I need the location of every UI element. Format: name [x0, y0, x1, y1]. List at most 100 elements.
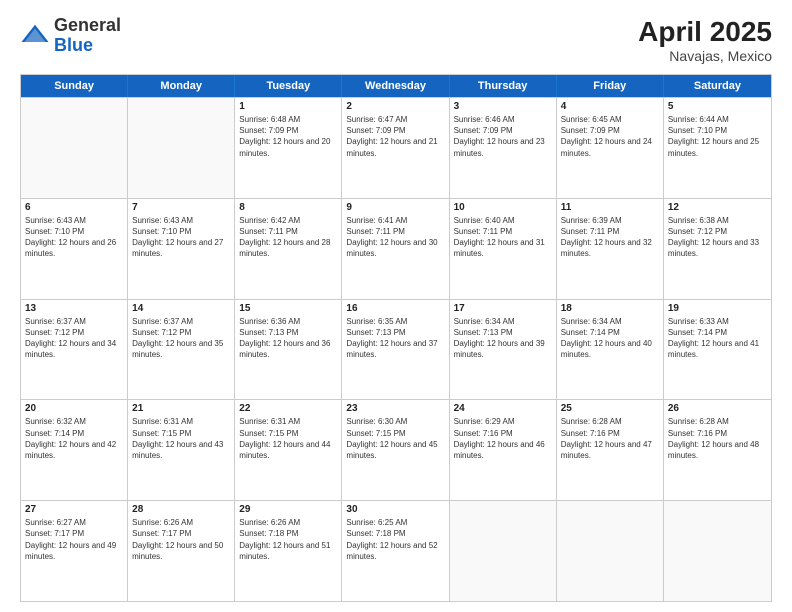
- day-info: Sunrise: 6:32 AM Sunset: 7:14 PM Dayligh…: [25, 416, 123, 461]
- day-number: 26: [668, 403, 767, 414]
- day-info: Sunrise: 6:46 AM Sunset: 7:09 PM Dayligh…: [454, 114, 552, 159]
- day-info: Sunrise: 6:44 AM Sunset: 7:10 PM Dayligh…: [668, 114, 767, 159]
- day-number: 14: [132, 303, 230, 314]
- day-info: Sunrise: 6:33 AM Sunset: 7:14 PM Dayligh…: [668, 316, 767, 361]
- header: General Blue April 2025 Navajas, Mexico: [20, 16, 772, 64]
- day-cell-29: 29 Sunrise: 6:26 AM Sunset: 7:18 PM Dayli…: [235, 501, 342, 601]
- day-number: 13: [25, 303, 123, 314]
- day-info: Sunrise: 6:48 AM Sunset: 7:09 PM Dayligh…: [239, 114, 337, 159]
- day-info: Sunrise: 6:35 AM Sunset: 7:13 PM Dayligh…: [346, 316, 444, 361]
- day-info: Sunrise: 6:31 AM Sunset: 7:15 PM Dayligh…: [239, 416, 337, 461]
- calendar-title: April 2025: [638, 16, 772, 48]
- day-number: 7: [132, 202, 230, 213]
- day-info: Sunrise: 6:40 AM Sunset: 7:11 PM Dayligh…: [454, 215, 552, 260]
- day-cell-13: 13Sunrise: 6:37 AM Sunset: 7:12 PM Dayli…: [21, 300, 128, 400]
- header-day-sunday: Sunday: [21, 75, 128, 97]
- day-number: 27: [25, 504, 123, 515]
- day-cell-23: 23Sunrise: 6:30 AM Sunset: 7:15 PM Dayli…: [342, 400, 449, 500]
- day-number: 18: [561, 303, 659, 314]
- day-cell-17: 17Sunrise: 6:34 AM Sunset: 7:13 PM Dayli…: [450, 300, 557, 400]
- week-row-3: 13 Sunrise: 6:37 AM Sunset: 7:12 PM Dayli…: [21, 299, 771, 400]
- day-cell-9: 9Sunrise: 6:41 AM Sunset: 7:11 PM Daylig…: [342, 199, 449, 299]
- day-number: 1: [239, 101, 337, 112]
- day-number: 6: [25, 202, 123, 213]
- day-cell-14: 14 Sunrise: 6:37 AM Sunset: 7:12 PM Dayli…: [128, 300, 235, 400]
- title-block: April 2025 Navajas, Mexico: [638, 16, 772, 64]
- empty-cell: [21, 98, 128, 198]
- day-info: Sunrise: 6:26 AM Sunset: 7:17 PM Dayligh…: [132, 517, 230, 562]
- day-number: 21: [132, 403, 230, 414]
- day-cell-27: 27Sunrise: 6:27 AM Sunset: 7:17 PM Dayli…: [21, 501, 128, 601]
- day-cell-8: 8 Sunrise: 6:42 AM Sunset: 7:11 PM Daylig…: [235, 199, 342, 299]
- calendar-subtitle: Navajas, Mexico: [638, 48, 772, 64]
- day-number: 19: [668, 303, 767, 314]
- header-day-friday: Friday: [557, 75, 664, 97]
- day-number: 15: [239, 303, 337, 314]
- day-cell-4: 4 Sunrise: 6:45 AM Sunset: 7:09 PM Daylig…: [557, 98, 664, 198]
- day-number: 5: [668, 101, 767, 112]
- header-day-wednesday: Wednesday: [342, 75, 449, 97]
- day-number: 11: [561, 202, 659, 213]
- day-cell-11: 11 Sunrise: 6:39 AM Sunset: 7:11 PM Dayli…: [557, 199, 664, 299]
- day-info: Sunrise: 6:28 AM Sunset: 7:16 PM Dayligh…: [668, 416, 767, 461]
- empty-cell: [450, 501, 557, 601]
- day-info: Sunrise: 6:26 AM Sunset: 7:18 PM Dayligh…: [239, 517, 337, 562]
- day-number: 30: [346, 504, 444, 515]
- day-cell-28: 28Sunrise: 6:26 AM Sunset: 7:17 PM Dayli…: [128, 501, 235, 601]
- header-day-thursday: Thursday: [450, 75, 557, 97]
- day-cell-16: 16 Sunrise: 6:35 AM Sunset: 7:13 PM Dayli…: [342, 300, 449, 400]
- day-number: 2: [346, 101, 444, 112]
- day-info: Sunrise: 6:38 AM Sunset: 7:12 PM Dayligh…: [668, 215, 767, 260]
- logo: General Blue: [20, 16, 121, 56]
- empty-cell: [664, 501, 771, 601]
- day-cell-18: 18 Sunrise: 6:34 AM Sunset: 7:14 PM Dayli…: [557, 300, 664, 400]
- day-number: 17: [454, 303, 552, 314]
- empty-cell: [128, 98, 235, 198]
- day-info: Sunrise: 6:28 AM Sunset: 7:16 PM Dayligh…: [561, 416, 659, 461]
- day-number: 29: [239, 504, 337, 515]
- day-cell-12: 12 Sunrise: 6:38 AM Sunset: 7:12 PM Dayli…: [664, 199, 771, 299]
- day-info: Sunrise: 6:37 AM Sunset: 7:12 PM Dayligh…: [132, 316, 230, 361]
- day-info: Sunrise: 6:47 AM Sunset: 7:09 PM Dayligh…: [346, 114, 444, 159]
- day-info: Sunrise: 6:30 AM Sunset: 7:15 PM Dayligh…: [346, 416, 444, 461]
- day-number: 22: [239, 403, 337, 414]
- day-cell-3: 3Sunrise: 6:46 AM Sunset: 7:09 PM Daylig…: [450, 98, 557, 198]
- day-cell-22: 22 Sunrise: 6:31 AM Sunset: 7:15 PM Dayli…: [235, 400, 342, 500]
- day-cell-25: 25 Sunrise: 6:28 AM Sunset: 7:16 PM Dayli…: [557, 400, 664, 500]
- day-number: 24: [454, 403, 552, 414]
- day-number: 4: [561, 101, 659, 112]
- day-cell-19: 19 Sunrise: 6:33 AM Sunset: 7:14 PM Dayli…: [664, 300, 771, 400]
- week-row-4: 20 Sunrise: 6:32 AM Sunset: 7:14 PM Dayli…: [21, 399, 771, 500]
- day-info: Sunrise: 6:45 AM Sunset: 7:09 PM Dayligh…: [561, 114, 659, 159]
- day-info: Sunrise: 6:39 AM Sunset: 7:11 PM Dayligh…: [561, 215, 659, 260]
- day-info: Sunrise: 6:25 AM Sunset: 7:18 PM Dayligh…: [346, 517, 444, 562]
- day-info: Sunrise: 6:36 AM Sunset: 7:13 PM Dayligh…: [239, 316, 337, 361]
- day-info: Sunrise: 6:31 AM Sunset: 7:15 PM Dayligh…: [132, 416, 230, 461]
- day-info: Sunrise: 6:43 AM Sunset: 7:10 PM Dayligh…: [132, 215, 230, 260]
- empty-cell: [557, 501, 664, 601]
- logo-blue: Blue: [54, 35, 93, 55]
- header-day-monday: Monday: [128, 75, 235, 97]
- logo-text: General Blue: [54, 16, 121, 56]
- day-number: 8: [239, 202, 337, 213]
- day-cell-2: 2 Sunrise: 6:47 AM Sunset: 7:09 PM Daylig…: [342, 98, 449, 198]
- week-row-5: 27Sunrise: 6:27 AM Sunset: 7:17 PM Dayli…: [21, 500, 771, 601]
- day-number: 20: [25, 403, 123, 414]
- day-number: 12: [668, 202, 767, 213]
- day-cell-21: 21 Sunrise: 6:31 AM Sunset: 7:15 PM Dayli…: [128, 400, 235, 500]
- day-info: Sunrise: 6:42 AM Sunset: 7:11 PM Dayligh…: [239, 215, 337, 260]
- header-day-saturday: Saturday: [664, 75, 771, 97]
- day-cell-24: 24 Sunrise: 6:29 AM Sunset: 7:16 PM Dayli…: [450, 400, 557, 500]
- day-number: 9: [346, 202, 444, 213]
- day-number: 16: [346, 303, 444, 314]
- day-cell-10: 10Sunrise: 6:40 AM Sunset: 7:11 PM Dayli…: [450, 199, 557, 299]
- header-day-tuesday: Tuesday: [235, 75, 342, 97]
- day-info: Sunrise: 6:29 AM Sunset: 7:16 PM Dayligh…: [454, 416, 552, 461]
- day-cell-1: 1 Sunrise: 6:48 AM Sunset: 7:09 PM Daylig…: [235, 98, 342, 198]
- week-row-2: 6 Sunrise: 6:43 AM Sunset: 7:10 PM Daylig…: [21, 198, 771, 299]
- day-cell-30: 30 Sunrise: 6:25 AM Sunset: 7:18 PM Dayli…: [342, 501, 449, 601]
- calendar: SundayMondayTuesdayWednesdayThursdayFrid…: [20, 74, 772, 602]
- day-cell-5: 5 Sunrise: 6:44 AM Sunset: 7:10 PM Daylig…: [664, 98, 771, 198]
- day-info: Sunrise: 6:34 AM Sunset: 7:14 PM Dayligh…: [561, 316, 659, 361]
- day-number: 25: [561, 403, 659, 414]
